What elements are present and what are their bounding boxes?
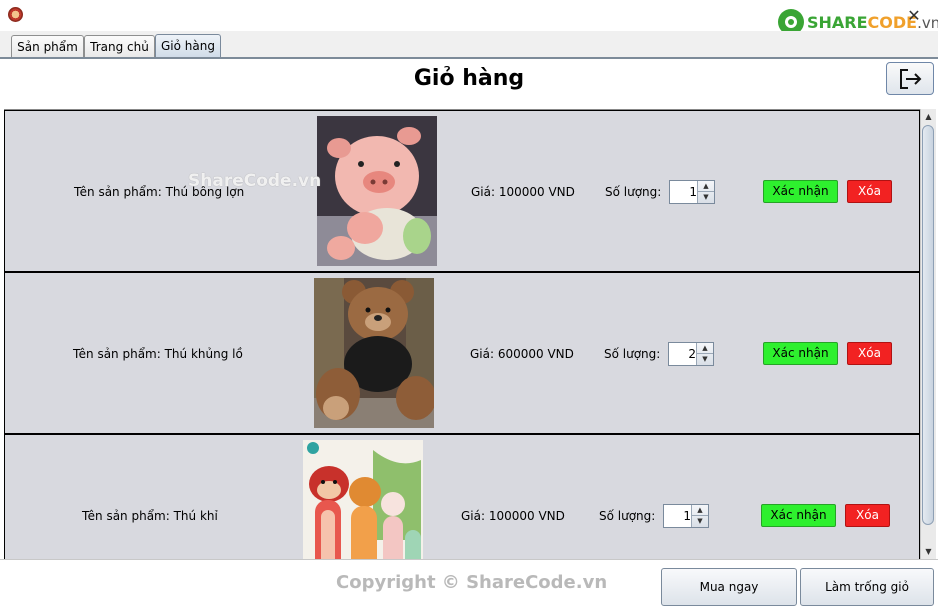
delete-button[interactable]: Xóa — [847, 180, 892, 203]
chevron-down-icon[interactable]: ▼ — [692, 516, 708, 527]
logout-icon — [900, 69, 922, 89]
chevron-up-icon[interactable]: ▲ — [692, 505, 708, 516]
delete-button[interactable]: Xóa — [847, 342, 892, 365]
quantity-stepper[interactable]: 1 ▲ ▼ — [669, 180, 715, 204]
delete-button[interactable]: Xóa — [845, 504, 890, 527]
copyright-text: Copyright © ShareCode.vn — [336, 572, 608, 593]
window-titlebar: SHARECODE.vn ✕ — [0, 0, 938, 35]
chevron-up-icon[interactable]: ▲ — [697, 343, 713, 354]
scroll-up-icon[interactable]: ▲ — [921, 109, 936, 124]
chevron-up-icon[interactable]: ▲ — [698, 181, 714, 192]
window-close-button[interactable]: ✕ — [904, 6, 924, 26]
stepper-arrows: ▲ ▼ — [691, 505, 708, 527]
stepper-arrows: ▲ ▼ — [697, 181, 714, 203]
monkey-plush-photo — [303, 440, 423, 560]
quantity-value[interactable]: 1 — [664, 505, 693, 527]
stepper-arrows: ▲ ▼ — [696, 343, 713, 365]
confirm-button[interactable]: Xác nhận — [763, 342, 838, 365]
logout-button[interactable] — [886, 62, 934, 95]
cart-row: Tên sản phẩm: Thú bông lợn Giá: 100000 V… — [4, 110, 920, 272]
product-name: Tên sản phẩm: Thú khủng lồ — [73, 347, 243, 361]
product-name: Tên sản phẩm: Thú khỉ — [82, 509, 218, 523]
tab-products[interactable]: Sản phẩm — [11, 35, 84, 57]
page-title: Giỏ hàng — [413, 66, 525, 91]
confirm-button[interactable]: Xác nhận — [761, 504, 836, 527]
quantity-label: Số lượng: — [605, 185, 662, 199]
cart-item-list[interactable]: Tên sản phẩm: Thú bông lợn Giá: 100000 V… — [4, 109, 920, 560]
product-price: Giá: 600000 VND — [470, 347, 574, 361]
vertical-scrollbar[interactable]: ▲ ▼ — [920, 109, 936, 559]
cart-row: Tên sản phẩm: Thú khỉ Giá: 100000 VND Số… — [4, 434, 920, 560]
scrollbar-thumb[interactable] — [922, 125, 934, 525]
product-price: Giá: 100000 VND — [471, 185, 575, 199]
chevron-down-icon[interactable]: ▼ — [697, 354, 713, 365]
quantity-label: Số lượng: — [599, 509, 656, 523]
confirm-button[interactable]: Xác nhận — [763, 180, 838, 203]
product-name: Tên sản phẩm: Thú bông lợn — [74, 185, 245, 199]
pink-pig-plush-photo — [317, 116, 437, 266]
tab-home[interactable]: Trang chủ — [84, 35, 155, 57]
clear-cart-button[interactable]: Làm trống giỏ — [800, 568, 934, 606]
quantity-stepper[interactable]: 2 ▲ ▼ — [668, 342, 714, 366]
chevron-down-icon[interactable]: ▼ — [698, 192, 714, 203]
quantity-label: Số lượng: — [604, 347, 661, 361]
quantity-stepper[interactable]: 1 ▲ ▼ — [663, 504, 709, 528]
quantity-value[interactable]: 1 — [670, 181, 699, 203]
quantity-value[interactable]: 2 — [669, 343, 698, 365]
app-icon — [8, 7, 23, 22]
buy-now-button[interactable]: Mua ngay — [661, 568, 797, 606]
scroll-down-icon[interactable]: ▼ — [921, 544, 936, 559]
cart-row: Tên sản phẩm: Thú khủng lồ Giá: 600000 V… — [4, 272, 920, 434]
giant-teddy-bear-photo — [314, 278, 434, 428]
product-price: Giá: 100000 VND — [461, 509, 565, 523]
tab-cart[interactable]: Giỏ hàng — [155, 34, 221, 58]
